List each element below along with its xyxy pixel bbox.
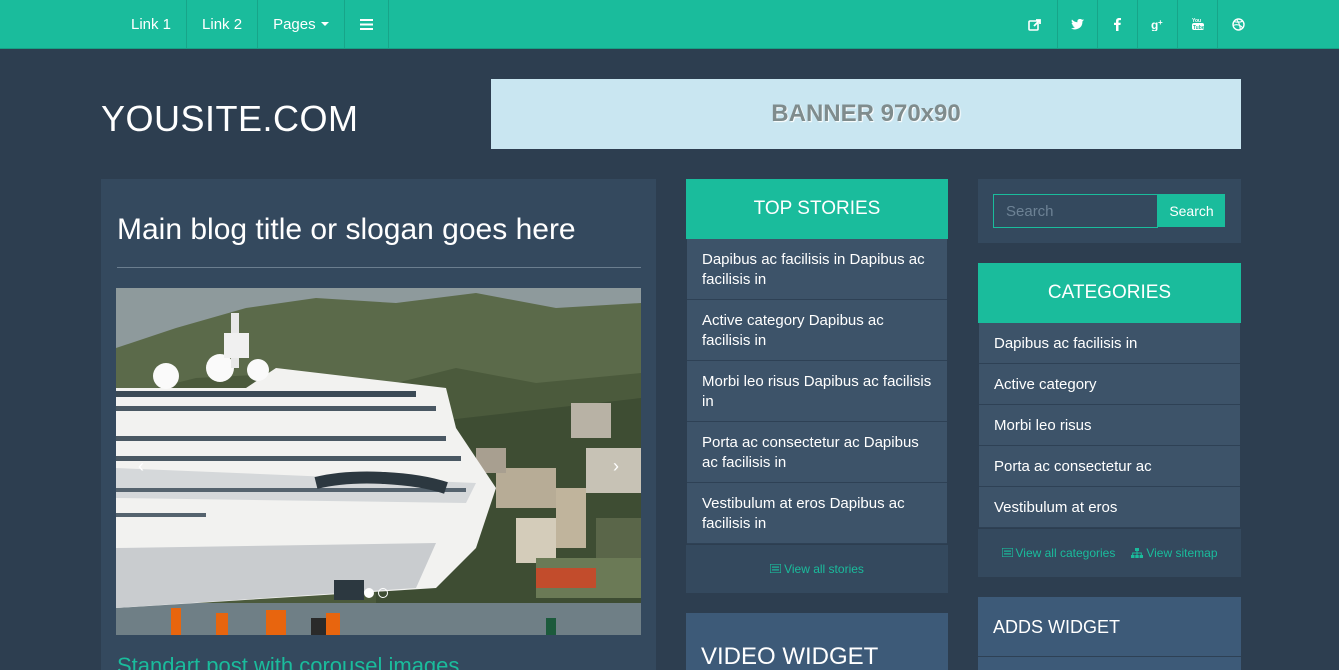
share-icon [1027, 18, 1041, 31]
dribbble-button[interactable] [1217, 0, 1259, 48]
svg-text:Tube: Tube [1193, 25, 1204, 31]
story-item[interactable]: Active category Dapibus ac facilisis in [687, 300, 947, 361]
carousel-prev-button[interactable]: ‹ [138, 456, 144, 477]
top-stories-header: TOP STORIES [686, 179, 948, 239]
youtube-button[interactable]: You Tube [1177, 0, 1217, 48]
view-all-categories-label: View all categories [1015, 545, 1116, 560]
top-stories-list: Dapibus ac facilisis in Dapibus ac facil… [686, 239, 948, 545]
category-item[interactable]: Active category [979, 364, 1240, 405]
view-sitemap-label: View sitemap [1146, 545, 1218, 560]
hamburger-icon [359, 18, 373, 30]
carousel-next-button[interactable]: › [613, 456, 619, 477]
facebook-icon [1114, 17, 1121, 31]
twitter-button[interactable] [1057, 0, 1097, 48]
post-title-link[interactable]: Standart post with corousel images [117, 653, 459, 670]
carousel-dot-2[interactable] [378, 588, 388, 598]
social-links: g + You Tube [1012, 0, 1339, 48]
story-item[interactable]: Vestibulum at eros Dapibus ac facilisis … [687, 483, 947, 544]
adds-widget-title: ADDS WIDGET [993, 617, 1121, 637]
site-logo[interactable]: YOUSITE.COM [101, 98, 359, 140]
search-input[interactable]: Search [993, 194, 1158, 228]
top-stories-footer: View all stories [686, 545, 948, 592]
view-all-categories-link[interactable]: View all categories [1001, 545, 1116, 560]
nav-link-1[interactable]: Link 1 [116, 0, 188, 48]
search-button[interactable]: Search [1158, 194, 1225, 227]
video-widget: VIDEO WIDGET [686, 613, 948, 670]
carousel-dot-1[interactable] [364, 588, 374, 598]
google-plus-button[interactable]: g + [1137, 0, 1177, 48]
top-stories-widget: TOP STORIES Dapibus ac facilisis in Dapi… [686, 179, 948, 593]
category-item[interactable]: Porta ac consectetur ac [979, 446, 1240, 487]
pages-dropdown[interactable]: Pages [258, 0, 345, 48]
nav-links: Link 1 Link 2 Pages [116, 0, 389, 48]
adds-widget-divider [978, 656, 1241, 657]
category-item[interactable]: Dapibus ac facilisis in [979, 323, 1240, 364]
menu-button[interactable] [345, 0, 389, 48]
categories-widget: CATEGORIES Dapibus ac facilisis in Activ… [978, 263, 1241, 577]
dribbble-icon [1232, 17, 1245, 31]
list-icon [770, 564, 782, 573]
nav-link-2[interactable]: Link 2 [187, 0, 259, 48]
pages-dropdown-label: Pages [273, 15, 316, 33]
story-item[interactable]: Dapibus ac facilisis in Dapibus ac facil… [687, 239, 947, 300]
facebook-button[interactable] [1097, 0, 1137, 48]
top-navbar: Link 1 Link 2 Pages g + You Tube [0, 0, 1339, 49]
cruise-ship-photo [116, 288, 641, 635]
nav-link-label: Link 2 [202, 15, 243, 33]
view-all-stories-link[interactable]: View all stories [770, 562, 864, 576]
nav-link-label: Link 1 [131, 15, 172, 33]
svg-text:+: + [1158, 18, 1163, 27]
adds-widget: ADDS WIDGET [978, 597, 1241, 670]
story-item[interactable]: Porta ac consectetur ac Dapibus ac facil… [687, 422, 947, 483]
carousel-indicators [364, 588, 388, 598]
youtube-icon: YouTube [1191, 18, 1204, 31]
view-sitemap-link[interactable]: View sitemap [1131, 545, 1218, 560]
category-item[interactable]: Vestibulum at eros [979, 487, 1240, 528]
categories-footer: View all categories View sitemap [978, 529, 1241, 576]
video-widget-title: VIDEO WIDGET [701, 643, 879, 670]
search-widget: Search Search [978, 179, 1241, 243]
category-item[interactable]: Morbi leo risus [979, 405, 1240, 446]
list-icon [1001, 548, 1013, 557]
categories-list: Dapibus ac facilisis in Active category … [978, 323, 1241, 529]
sitemap-icon [1131, 547, 1144, 558]
twitter-icon [1071, 18, 1084, 29]
categories-header: CATEGORIES [978, 263, 1241, 323]
page-title: Main blog title or slogan goes here [117, 213, 576, 246]
story-item[interactable]: Morbi leo risus Dapibus ac facilisis in [687, 361, 947, 422]
image-carousel[interactable]: ‹ › [116, 288, 641, 635]
main-content-panel: Main blog title or slogan goes here ‹ › … [101, 179, 656, 670]
banner-ad[interactable]: BANNER 970x90 [491, 79, 1241, 149]
share-button[interactable] [1012, 0, 1057, 48]
view-all-stories-label: View all stories [784, 561, 864, 576]
google-plus-icon: g + [1151, 18, 1163, 31]
title-divider [117, 267, 641, 268]
caret-down-icon [320, 22, 329, 26]
